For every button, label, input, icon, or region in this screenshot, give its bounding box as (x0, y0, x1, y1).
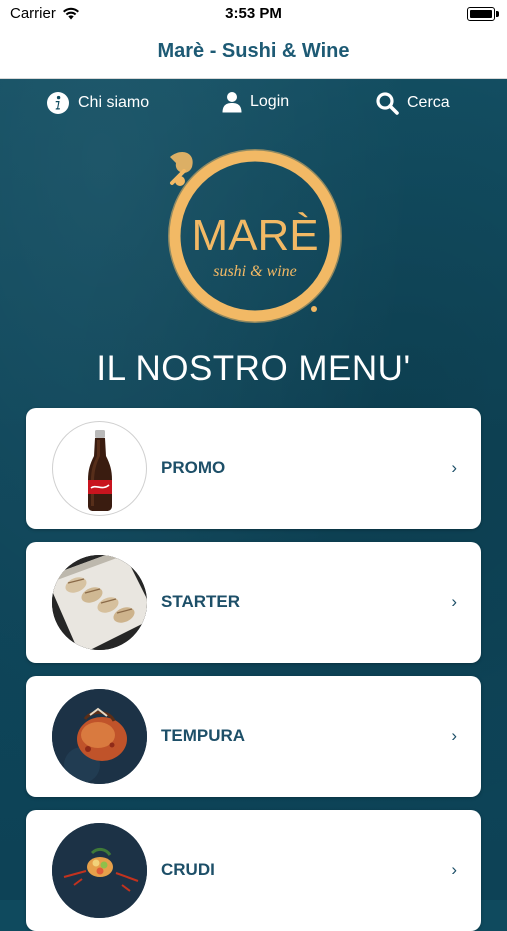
page-title: Marè - Sushi & Wine (157, 40, 350, 62)
top-links: Chi siamo Login Cerca (0, 91, 507, 119)
cola-bottle-image (88, 430, 112, 511)
login-link[interactable]: Login (222, 91, 289, 113)
logo-sub-text: sushi & wine (213, 263, 297, 280)
crudi-thumbnail (52, 823, 147, 918)
mare-logo: MARÈ sushi & wine (168, 149, 342, 323)
category-card-tempura[interactable]: TEMPURA › (26, 676, 481, 797)
category-label: STARTER (161, 592, 241, 611)
about-link[interactable]: Chi siamo (46, 91, 149, 115)
about-link-label: Chi siamo (78, 94, 150, 111)
logo-main-text: MARÈ (191, 211, 318, 260)
search-link-label: Cerca (407, 94, 450, 111)
category-label: PROMO (161, 458, 226, 477)
nav-bar: Marè - Sushi & Wine (0, 28, 507, 79)
info-icon (47, 92, 69, 114)
hero-area: Chi siamo Login Cerca MARÈ sushi & wine … (0, 79, 507, 931)
starter-thumbnail (52, 555, 147, 650)
starter-dish-image (52, 555, 147, 650)
category-card-starter[interactable]: STARTER › (26, 542, 481, 663)
status-bar: Carrier 3:53 PM (0, 0, 507, 28)
user-icon (222, 92, 242, 113)
category-card-promo[interactable]: PROMO › (26, 408, 481, 529)
search-link[interactable]: Cerca (375, 91, 450, 115)
category-card-crudi[interactable]: CRUDI › (26, 810, 481, 931)
category-label: TEMPURA (161, 726, 246, 745)
promo-thumbnail (52, 421, 147, 516)
chevron-right-icon: › (451, 726, 457, 745)
crudi-dish-image (52, 823, 147, 918)
battery-icon (467, 7, 499, 21)
login-link-label: Login (250, 93, 290, 110)
menu-heading: IL NOSTRO MENU' (96, 349, 411, 388)
search-icon (376, 92, 399, 115)
chevron-right-icon: › (451, 592, 457, 611)
tempura-thumbnail (52, 689, 147, 784)
tempura-dish-image (52, 689, 147, 784)
status-time: 3:53 PM (225, 5, 282, 22)
category-label: CRUDI (161, 860, 215, 879)
chevron-right-icon: › (451, 458, 457, 477)
chevron-right-icon: › (451, 860, 457, 879)
